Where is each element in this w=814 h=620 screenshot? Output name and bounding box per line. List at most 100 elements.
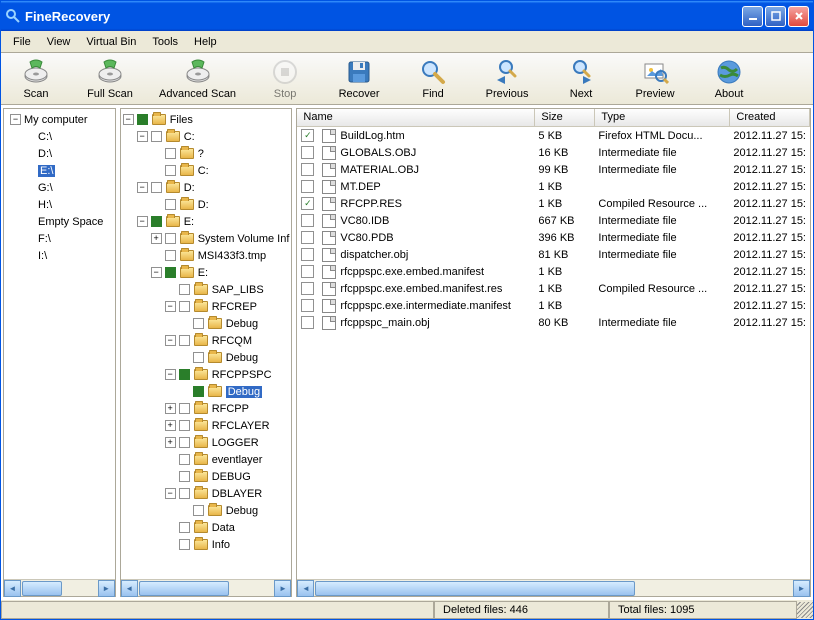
checkbox[interactable] [301, 299, 314, 312]
drive-item[interactable]: H:\ [6, 196, 113, 213]
checkbox[interactable] [165, 165, 176, 176]
checkbox[interactable] [301, 231, 314, 244]
checkbox[interactable] [301, 282, 314, 295]
folder-item[interactable]: −D: [123, 179, 290, 196]
drive-item[interactable]: E:\ [6, 162, 113, 179]
toggle-icon[interactable]: − [165, 488, 176, 499]
col-name[interactable]: Name [297, 109, 535, 126]
list-row[interactable]: MATERIAL.OBJ99 KBIntermediate file2012.1… [297, 161, 810, 178]
drive-item[interactable]: C:\ [6, 128, 113, 145]
toggle-icon[interactable]: + [151, 233, 162, 244]
collapse-icon[interactable]: − [10, 114, 21, 125]
checkbox[interactable] [179, 335, 190, 346]
list-row[interactable]: rfcppspc.exe.intermediate.manifest1 KB20… [297, 297, 810, 314]
checkbox[interactable] [151, 216, 162, 227]
checkbox[interactable] [179, 471, 190, 482]
list-row[interactable]: rfcppspc.exe.embed.manifest.res1 KBCompi… [297, 280, 810, 297]
list-row[interactable]: GLOBALS.OBJ16 KBIntermediate file2012.11… [297, 144, 810, 161]
checkbox[interactable] [179, 369, 190, 380]
drive-item[interactable]: I:\ [6, 247, 113, 264]
folder-item[interactable]: eventlayer [123, 451, 290, 468]
checkbox[interactable] [193, 386, 204, 397]
scroll-left-icon[interactable]: ◄ [4, 580, 21, 597]
drive-item[interactable]: F:\ [6, 230, 113, 247]
folder-item[interactable]: Debug [123, 349, 290, 366]
checkbox[interactable] [165, 233, 176, 244]
scroll-left-icon[interactable]: ◄ [297, 580, 314, 597]
drive-item[interactable]: D:\ [6, 145, 113, 162]
tool-scan[interactable]: Scan [11, 58, 61, 100]
toggle-icon[interactable]: + [165, 437, 176, 448]
menu-view[interactable]: View [39, 34, 79, 50]
tool-find[interactable]: Find [408, 58, 458, 100]
checkbox[interactable] [301, 163, 314, 176]
checkbox[interactable] [301, 265, 314, 278]
tool-preview[interactable]: Preview [630, 58, 680, 100]
checkbox[interactable] [301, 214, 314, 227]
tree-root[interactable]: −My computer [6, 111, 113, 128]
folder-item[interactable]: +LOGGER [123, 434, 290, 451]
maximize-button[interactable] [765, 6, 786, 27]
menu-file[interactable]: File [5, 34, 39, 50]
checkbox[interactable] [151, 131, 162, 142]
folder-item[interactable]: C: [123, 162, 290, 179]
folder-item[interactable]: Debug [123, 315, 290, 332]
folder-item[interactable]: −Files [123, 111, 290, 128]
folder-item[interactable]: Info [123, 536, 290, 553]
list-row[interactable]: rfcppspc.exe.embed.manifest1 KB2012.11.2… [297, 263, 810, 280]
toggle-icon[interactable]: − [137, 216, 148, 227]
toggle-icon[interactable]: − [137, 131, 148, 142]
folder-item[interactable]: Debug [123, 383, 290, 400]
checkbox[interactable] [165, 199, 176, 210]
checkbox[interactable] [165, 148, 176, 159]
checkbox[interactable] [179, 284, 190, 295]
toggle-icon[interactable]: − [165, 335, 176, 346]
folder-item[interactable]: ? [123, 145, 290, 162]
tool-about[interactable]: About [704, 58, 754, 100]
toggle-icon[interactable]: − [165, 369, 176, 380]
tool-fullscan[interactable]: Full Scan [85, 58, 135, 100]
menu-help[interactable]: Help [186, 34, 225, 50]
list-row[interactable]: rfcppspc_main.obj80 KBIntermediate file2… [297, 314, 810, 331]
tool-advscan[interactable]: Advanced Scan [159, 58, 236, 100]
col-created[interactable]: Created [730, 109, 810, 126]
checkbox[interactable]: ✓ [301, 197, 314, 210]
checkbox[interactable] [179, 301, 190, 312]
toggle-icon[interactable]: + [165, 403, 176, 414]
scrollbar[interactable]: ◄ ► [121, 579, 292, 596]
checkbox[interactable] [193, 505, 204, 516]
folder-item[interactable]: −C: [123, 128, 290, 145]
checkbox[interactable] [179, 488, 190, 499]
folder-item[interactable]: Debug [123, 502, 290, 519]
folder-item[interactable]: Data [123, 519, 290, 536]
scrollbar[interactable]: ◄ ► [4, 579, 115, 596]
folder-item[interactable]: +RFCPP [123, 400, 290, 417]
scroll-right-icon[interactable]: ► [793, 580, 810, 597]
folder-item[interactable]: +RFCLAYER [123, 417, 290, 434]
scrollbar[interactable]: ◄ ► [297, 579, 810, 596]
folder-item[interactable]: −E: [123, 264, 290, 281]
checkbox[interactable] [193, 318, 204, 329]
list-row[interactable]: dispatcher.obj81 KBIntermediate file2012… [297, 246, 810, 263]
checkbox[interactable] [193, 352, 204, 363]
drive-item[interactable]: Empty Space [6, 213, 113, 230]
toggle-icon[interactable]: + [165, 420, 176, 431]
scroll-thumb[interactable] [315, 581, 635, 596]
col-size[interactable]: Size [535, 109, 595, 126]
checkbox[interactable] [179, 437, 190, 448]
folder-item[interactable]: +System Volume Inf [123, 230, 290, 247]
checkbox[interactable] [301, 146, 314, 159]
checkbox[interactable] [179, 420, 190, 431]
folder-item[interactable]: −RFCPPSPC [123, 366, 290, 383]
folder-item[interactable]: −RFCQM [123, 332, 290, 349]
checkbox[interactable]: ✓ [301, 129, 314, 142]
checkbox[interactable] [179, 539, 190, 550]
close-button[interactable] [788, 6, 809, 27]
tool-previous[interactable]: Previous [482, 58, 532, 100]
checkbox[interactable] [165, 267, 176, 278]
checkbox[interactable] [301, 180, 314, 193]
menu-virtual-bin[interactable]: Virtual Bin [78, 34, 144, 50]
folder-item[interactable]: −RFCREP [123, 298, 290, 315]
scroll-right-icon[interactable]: ► [274, 580, 291, 597]
list-row[interactable]: VC80.IDB667 KBIntermediate file2012.11.2… [297, 212, 810, 229]
